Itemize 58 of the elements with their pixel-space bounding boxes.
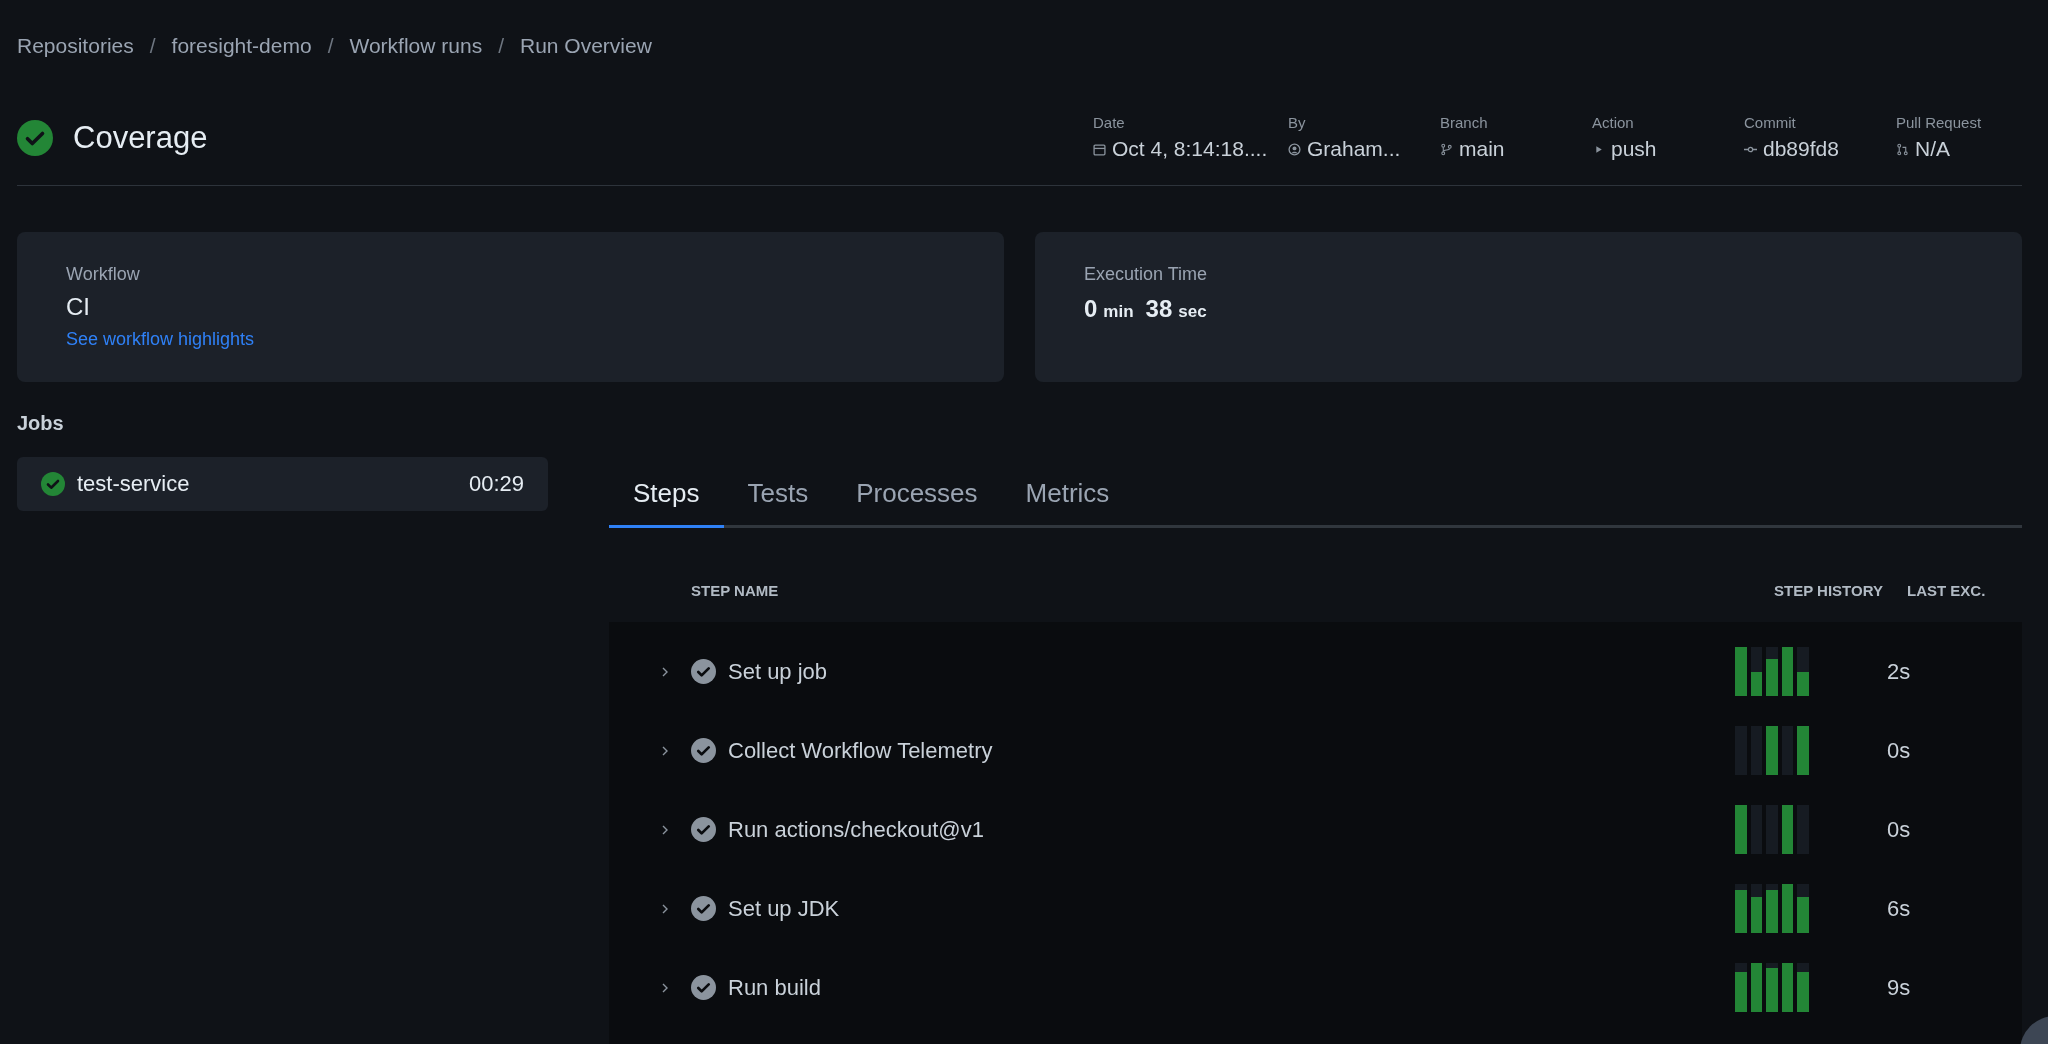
job-item[interactable]: test-service 00:29 xyxy=(17,457,548,511)
breadcrumb-link[interactable]: foresight-demo xyxy=(171,34,312,58)
step-name: Set up JDK xyxy=(728,895,841,922)
check-circle-icon xyxy=(691,659,716,684)
meta-label: Action xyxy=(1592,114,1635,131)
last-execution-time: 0s xyxy=(1887,737,1912,764)
last-execution-time: 0s xyxy=(1887,816,1912,843)
run-title: Coverage xyxy=(73,119,208,156)
last-execution-time: 9s xyxy=(1887,974,1912,1001)
check-circle-icon xyxy=(691,896,716,921)
calendar-icon xyxy=(1093,142,1106,156)
meta-value: Oct 4, 8:14:18.... xyxy=(1112,137,1268,161)
meta-value: main xyxy=(1459,137,1505,161)
tab[interactable]: Steps xyxy=(609,466,724,528)
meta-label: Commit xyxy=(1744,114,1797,131)
step-name: Run build xyxy=(728,974,822,1001)
meta-label: Date xyxy=(1093,114,1126,131)
tab[interactable]: Tests xyxy=(723,466,833,528)
jobs-heading: Jobs xyxy=(17,412,65,435)
breadcrumb-separator: / xyxy=(327,34,334,58)
success-check-icon xyxy=(17,119,53,156)
column-header: STEP NAME xyxy=(691,581,780,599)
branch-icon xyxy=(1440,142,1453,156)
card-label: Workflow xyxy=(66,264,140,285)
tab[interactable]: Metrics xyxy=(1001,466,1134,528)
breadcrumb-link[interactable]: Repositories xyxy=(17,34,134,58)
meta-label: Branch xyxy=(1440,114,1489,131)
meta-label: By xyxy=(1288,114,1307,131)
check-circle-icon xyxy=(691,738,716,763)
tab[interactable]: Processes xyxy=(832,466,1002,528)
last-execution-time: 2s xyxy=(1887,658,1912,685)
breadcrumb-link[interactable]: Run Overview xyxy=(520,34,652,58)
meta-value: db89fd8 xyxy=(1763,137,1839,161)
step-name: Run actions/checkout@v1 xyxy=(728,816,985,843)
seconds-value: 38 xyxy=(1145,295,1173,323)
meta-value: push xyxy=(1611,137,1657,161)
card-label: Execution Time xyxy=(1084,264,1208,285)
minutes-value: 0 xyxy=(1084,295,1098,323)
breadcrumb-link[interactable]: Workflow runs xyxy=(349,34,483,58)
success-check-icon xyxy=(41,472,65,496)
check-circle-icon xyxy=(691,817,716,842)
step-name: Collect Workflow Telemetry xyxy=(728,737,994,764)
minutes-unit: min xyxy=(1103,302,1134,322)
breadcrumb-separator: / xyxy=(149,34,156,58)
column-header: STEP HISTORY xyxy=(1774,581,1884,599)
pull-request-icon xyxy=(1896,142,1909,156)
step-name: Set up job xyxy=(728,658,829,685)
meta-value: N/A xyxy=(1915,137,1950,161)
last-execution-time: 6s xyxy=(1887,895,1912,922)
workflow-name: CI xyxy=(66,293,90,321)
workflow-highlights-link[interactable]: See workflow highlights xyxy=(66,329,255,350)
meta-value: Graham... xyxy=(1307,137,1401,161)
column-header: LAST EXC. xyxy=(1906,581,1987,599)
seconds-unit: sec xyxy=(1178,302,1207,322)
meta-label: Pull Request xyxy=(1896,114,1983,131)
user-icon xyxy=(1288,142,1301,156)
breadcrumb-separator: / xyxy=(498,34,504,58)
check-circle-icon xyxy=(691,975,716,1000)
